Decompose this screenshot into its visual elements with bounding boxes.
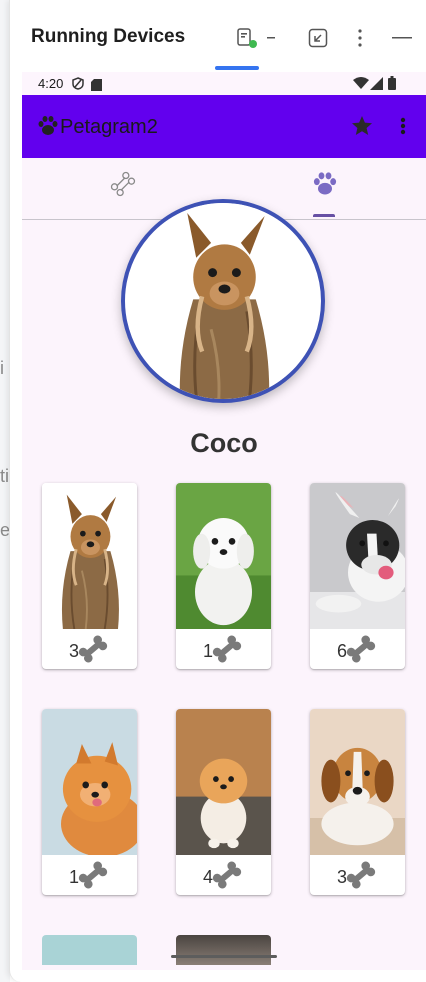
app-bar: Petagram2: [22, 95, 426, 158]
pet-card[interactable]: 1: [42, 709, 137, 895]
likes-row: 4: [176, 855, 271, 895]
minimize-icon[interactable]: [390, 26, 414, 50]
wifi-icon: [353, 77, 369, 95]
likes-row: 1: [176, 629, 271, 669]
device-mirror-icon[interactable]: [235, 26, 259, 50]
shield-icon: [72, 77, 84, 95]
dog-photo: [42, 709, 137, 855]
bone-icon: [212, 861, 242, 889]
dog-photo: [176, 483, 271, 629]
device-screen[interactable]: 4:20 Petagram2 Coco 3 1 6 1 4 3: [22, 72, 426, 970]
tab-indicator: [313, 214, 335, 217]
more-vert-icon[interactable]: [394, 114, 412, 143]
pet-card-partial[interactable]: [176, 935, 271, 965]
pet-card[interactable]: 1: [176, 483, 271, 669]
pet-card[interactable]: 6: [310, 483, 405, 669]
panel-toolbar: Running Devices: [10, 0, 426, 72]
pet-card[interactable]: 4: [176, 709, 271, 895]
dog-photo: [176, 709, 271, 855]
bone-icon: [346, 861, 376, 889]
dog-photo: [310, 709, 405, 855]
app-title: Petagram2: [60, 116, 158, 138]
home-indicator[interactable]: [171, 955, 277, 958]
battery-icon: [388, 76, 396, 95]
bone-icon: [78, 861, 108, 889]
minus-icon[interactable]: [263, 26, 287, 50]
collapse-icon[interactable]: [306, 26, 330, 50]
star-icon[interactable]: [350, 114, 374, 143]
pet-avatar: [121, 199, 325, 403]
sd-card-icon: [91, 78, 102, 96]
bone-icon: [78, 635, 108, 663]
pet-card-partial[interactable]: [42, 935, 137, 965]
status-time: 4:20: [38, 76, 64, 91]
status-bar: 4:20: [22, 72, 426, 95]
background-text: i: [0, 358, 4, 378]
paw-icon: [36, 114, 60, 143]
pet-name: Coco: [190, 428, 258, 458]
pet-card[interactable]: 3: [310, 709, 405, 895]
pet-card[interactable]: 3: [42, 483, 137, 669]
panel-title: Running Devices: [31, 26, 186, 47]
likes-row: 3: [310, 855, 405, 895]
bone-icon: [109, 170, 137, 203]
signal-icon: [370, 77, 383, 95]
likes-row: 3: [42, 629, 137, 669]
dog-photo: [42, 483, 137, 629]
background-text: ti: [0, 466, 9, 486]
dog-photo: [310, 483, 405, 629]
more-vert-icon[interactable]: [348, 26, 372, 50]
likes-row: 1: [42, 855, 137, 895]
bone-icon: [346, 635, 376, 663]
active-tab-indicator: [215, 66, 259, 70]
likes-row: 6: [310, 629, 405, 669]
paw-icon: [311, 170, 339, 203]
bone-icon: [212, 635, 242, 663]
